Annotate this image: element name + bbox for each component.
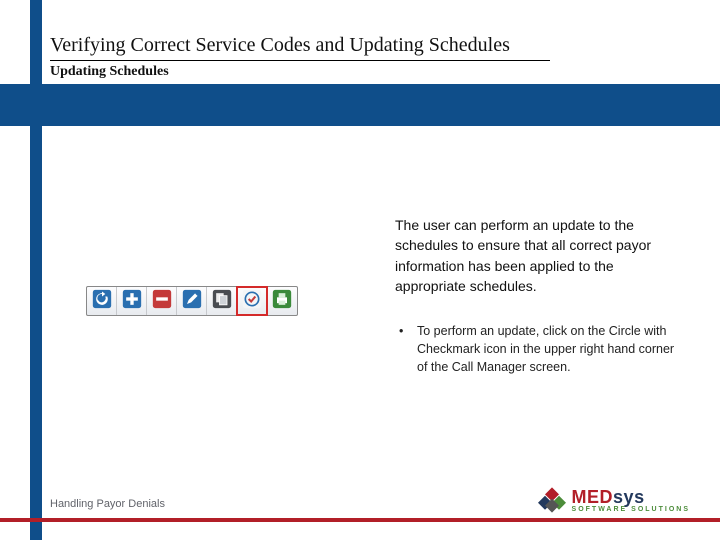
title-underline [50, 60, 550, 61]
bullet-marker: • [395, 322, 401, 376]
footer-caption: Handling Payor Denials [50, 498, 165, 510]
logo-brand-part1: MED [572, 487, 614, 507]
page-subtitle: Updating Schedules [50, 64, 169, 80]
print-button[interactable] [267, 287, 297, 315]
add-button[interactable] [117, 287, 147, 315]
footer-red-rule [0, 518, 720, 522]
update-schedules-button[interactable] [237, 287, 267, 315]
header-accent-bar [30, 0, 42, 84]
edit-button[interactable] [177, 287, 207, 315]
copy-button[interactable] [207, 287, 237, 315]
page-title: Verifying Correct Service Codes and Upda… [50, 34, 510, 57]
print-icon [272, 289, 292, 314]
add-icon [122, 289, 142, 314]
slide: Verifying Correct Service Codes and Upda… [0, 0, 720, 540]
header-blue-band [0, 84, 720, 126]
delete-icon [152, 289, 172, 314]
delete-button[interactable] [147, 287, 177, 315]
logo-mark-icon [538, 486, 566, 514]
bullet-list: • To perform an update, click on the Cir… [395, 322, 685, 376]
brand-logo: MEDsys SOFTWARE SOLUTIONS [538, 486, 690, 514]
edit-icon [182, 289, 202, 314]
left-accent-stripe [30, 126, 42, 540]
refresh-button[interactable] [87, 287, 117, 315]
copy-icon [212, 289, 232, 314]
circle-checkmark-icon [242, 289, 262, 314]
bullet-text: To perform an update, click on the Circl… [411, 322, 685, 376]
logo-tagline: SOFTWARE SOLUTIONS [572, 506, 690, 513]
logo-brand: MEDsys [572, 488, 690, 506]
body-paragraph: The user can perform an update to the sc… [395, 215, 685, 296]
list-item: • To perform an update, click on the Cir… [395, 322, 685, 376]
call-manager-toolbar [86, 286, 298, 316]
header: Verifying Correct Service Codes and Upda… [0, 0, 720, 84]
logo-text: MEDsys SOFTWARE SOLUTIONS [572, 488, 690, 513]
refresh-icon [92, 289, 112, 314]
logo-brand-part2: sys [613, 487, 645, 507]
